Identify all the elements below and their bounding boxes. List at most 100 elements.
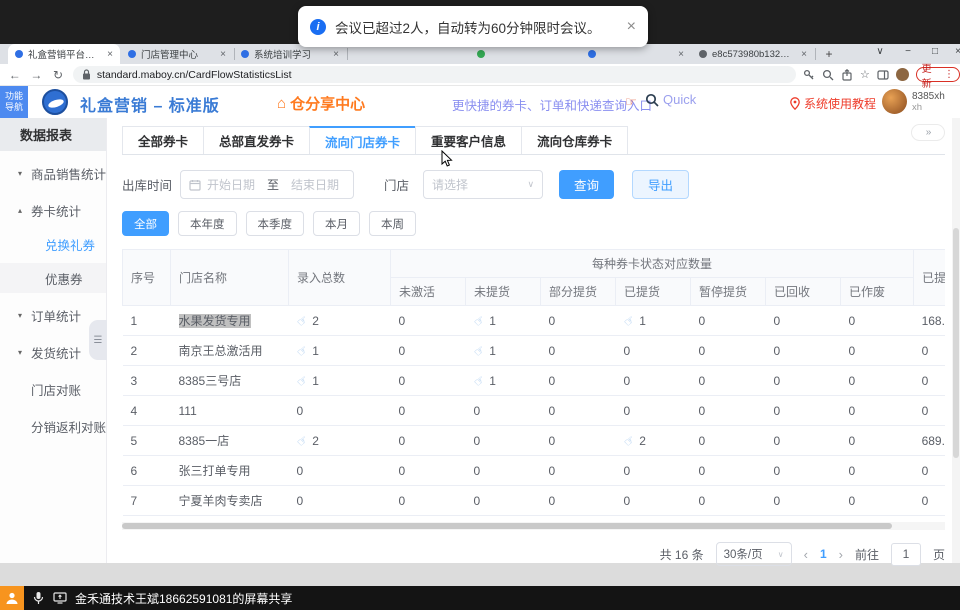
tab-流向门店券卡[interactable]: 流向门店券卡 [309, 126, 416, 154]
range-button-本周[interactable]: 本周 [369, 211, 416, 236]
tab-title: 门店管理中心 [141, 47, 198, 61]
range-button-本季度[interactable]: 本季度 [246, 211, 305, 236]
tab-close-icon[interactable]: × [333, 49, 339, 60]
update-button[interactable]: 更新 ⋮ [916, 67, 960, 82]
brand-logo [42, 89, 68, 115]
back-icon[interactable]: ← [4, 68, 26, 82]
toast-close-icon[interactable]: × [627, 18, 636, 36]
screen-share-icon[interactable] [53, 592, 67, 604]
kebab-menu-icon[interactable]: ⋮ [944, 69, 954, 80]
count-cell: 0 [691, 486, 766, 516]
sidebar-item-label: 发货统计 [31, 343, 81, 362]
count-link-cell[interactable]: ☞1 [289, 366, 391, 396]
count-link-cell[interactable]: ☞1 [466, 336, 541, 366]
table-row: 7宁夏羊肉专卖店000000000 [123, 486, 946, 516]
search-button[interactable]: 查询 [559, 170, 614, 199]
status-column-header: 已回收 [766, 278, 841, 306]
count-link-cell[interactable]: ☞1 [616, 306, 691, 336]
count-link-cell[interactable]: ☞2 [289, 426, 391, 456]
cell-value: 0 [774, 314, 781, 328]
count-cell: 0 [391, 426, 466, 456]
page-size-select[interactable]: 30条/页 ∨ [716, 542, 792, 566]
tutorial-link[interactable]: 系统使用教程 [790, 95, 876, 112]
tab-close-icon[interactable]: × [678, 49, 684, 60]
user-menu[interactable]: 8385xh xh [882, 89, 945, 114]
goto-page-input[interactable] [891, 543, 921, 566]
store-name: 111 [179, 404, 197, 418]
row-index: 7 [123, 486, 171, 516]
sidebar-item-门店对账[interactable]: 门店对账 [0, 374, 106, 404]
count-link-cell[interactable]: ☞1 [466, 366, 541, 396]
sidebar-item-兑换礼券[interactable]: 兑换礼券 [0, 229, 106, 259]
count-link-cell[interactable]: ☞2 [289, 306, 391, 336]
key-icon[interactable] [803, 69, 815, 81]
tabs-more-button[interactable]: » [911, 124, 945, 141]
count-cell: 0 [391, 366, 466, 396]
profile-avatar[interactable] [896, 68, 909, 81]
tab-流向仓库券卡[interactable]: 流向仓库券卡 [521, 126, 628, 154]
count-link-cell[interactable]: ☞2 [616, 426, 691, 456]
range-button-全部[interactable]: 全部 [122, 211, 169, 236]
next-page-button[interactable]: › [839, 547, 843, 562]
browser-tab[interactable]: e8c573980b1328a258fd2e6f× [692, 44, 814, 64]
sidebar-item-label: 券卡统计 [31, 201, 81, 220]
share-icon[interactable] [841, 69, 853, 81]
tab-close-icon[interactable]: × [801, 49, 807, 60]
current-page[interactable]: 1 [820, 547, 827, 561]
expand-arrow-icon: ▾ [18, 348, 26, 357]
sidebar-collapse-handle[interactable]: ☰ [89, 320, 107, 360]
bookmark-star-icon[interactable]: ☆ [860, 68, 870, 81]
range-button-本月[interactable]: 本月 [313, 211, 360, 236]
tab-title: 礼盒营销平台管理中心 [28, 47, 102, 61]
function-nav-badge[interactable]: 功能 导航 [0, 86, 28, 118]
status-column-header: 未激活 [391, 278, 466, 306]
url-bar[interactable]: standard.maboy.cn/CardFlowStatisticsList [73, 66, 796, 83]
sidebar-item-商品销售统计[interactable]: ▾商品销售统计 [0, 158, 106, 188]
count-link-cell[interactable]: ☞1 [289, 336, 391, 366]
window-maximize-button[interactable]: □ [927, 46, 943, 57]
tab-search-icon[interactable]: ∨ [872, 46, 888, 57]
status-column-header: 未提货 [466, 278, 541, 306]
cell-value: 0 [399, 494, 406, 508]
tab-close-icon[interactable]: × [220, 49, 226, 60]
table-row: 58385一店☞2000☞2000689.0 [123, 426, 946, 456]
store-select[interactable]: 请选择 ∨ [423, 170, 543, 199]
prev-page-button[interactable]: ‹ [804, 547, 808, 562]
chevron-down-icon: ∨ [778, 550, 784, 559]
date-range-input[interactable]: 开始日期 至 结束日期 [180, 170, 354, 199]
browser-tab[interactable]: 系统培训学习× [234, 44, 346, 64]
toast-message: 会议已超过2人，自动转为60分钟限时会议。 [335, 17, 601, 37]
quick-search-link[interactable]: Quick [645, 92, 696, 107]
app-body: 数据报表 ▾商品销售统计▴券卡统计兑换礼券优惠券▾订单统计▾发货统计门店对账分销… [0, 118, 960, 563]
page-unit-label: 页 [933, 546, 945, 563]
export-button[interactable]: 导出 [632, 170, 689, 199]
browser-tab[interactable]: 门店管理中心 × [121, 44, 233, 64]
cell-value: 0 [849, 494, 856, 508]
browser-tab[interactable] [470, 44, 580, 64]
window-minimize-button[interactable]: − [900, 46, 916, 57]
count-link-cell[interactable]: ☞1 [466, 306, 541, 336]
sidebar-item-优惠券[interactable]: 优惠券 [0, 263, 106, 293]
browser-tab[interactable]: × [581, 44, 691, 64]
forward-icon[interactable]: → [26, 68, 48, 82]
new-tab-button[interactable]: + [822, 47, 836, 61]
sidebar-item-label: 商品销售统计 [31, 164, 106, 183]
tab-总部直发券卡[interactable]: 总部直发券卡 [203, 126, 310, 154]
store-name: 张三打单专用 [179, 464, 251, 478]
reload-icon[interactable]: ↻ [47, 68, 69, 82]
range-button-本年度[interactable]: 本年度 [178, 211, 237, 236]
zoom-icon[interactable] [822, 69, 834, 81]
window-close-button[interactable]: × [950, 46, 960, 57]
tab-重要客户信息[interactable]: 重要客户信息 [415, 126, 522, 154]
tab-全部券卡[interactable]: 全部券卡 [122, 126, 204, 154]
tab-close-icon[interactable]: × [107, 49, 113, 60]
sidebar-item-分销返利对账[interactable]: 分销返利对账 [0, 411, 106, 441]
share-center-link[interactable]: ⌂ 仓分享中心 [277, 93, 365, 114]
sidebar-item-券卡统计[interactable]: ▴券卡统计 [0, 195, 106, 225]
browser-tab[interactable]: 礼盒营销平台管理中心 × [8, 44, 120, 64]
count-cell: 0 [841, 366, 914, 396]
split-screen-icon[interactable] [877, 69, 889, 81]
microphone-icon[interactable] [33, 591, 44, 605]
page-scrollbar[interactable] [952, 118, 960, 563]
horizontal-scrollbar[interactable] [122, 522, 945, 530]
